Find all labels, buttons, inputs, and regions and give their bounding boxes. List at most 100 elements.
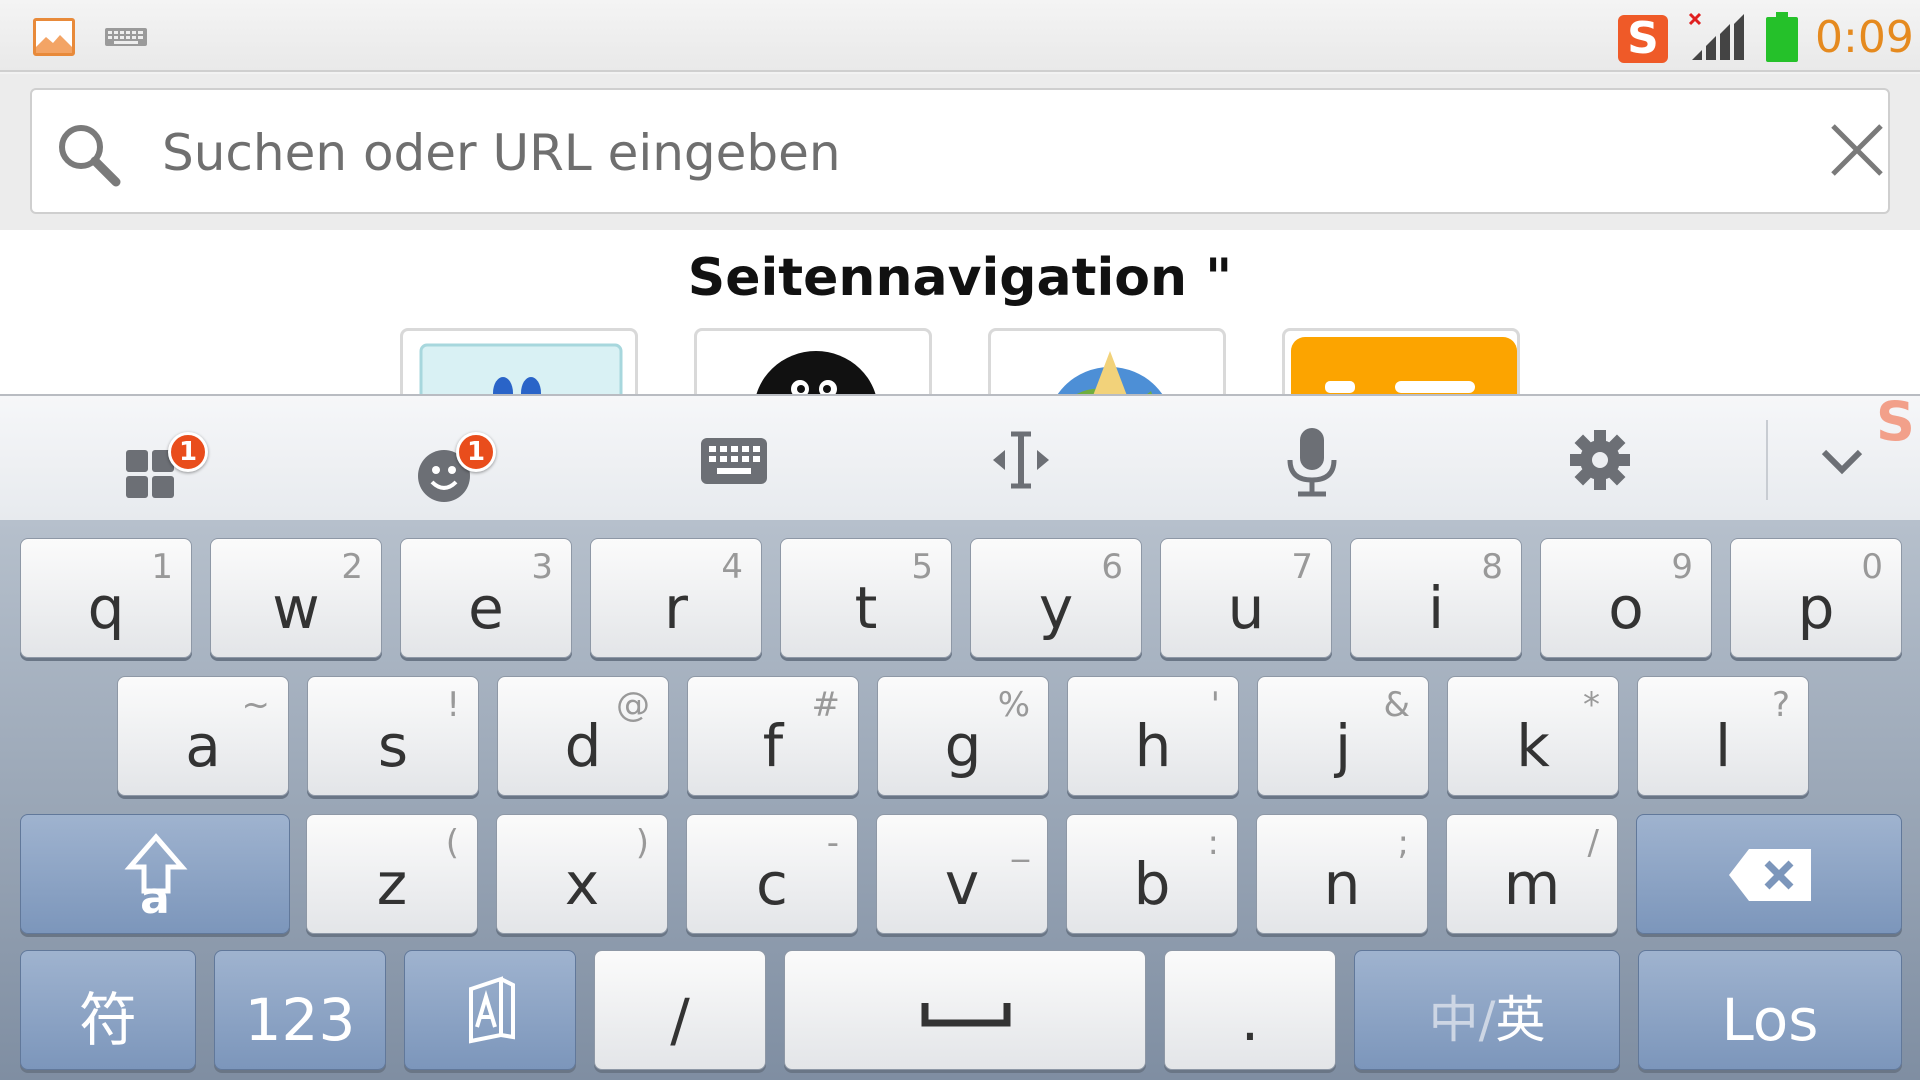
speed-dial-tile-4[interactable] [1282,328,1520,394]
key-c[interactable]: -c [686,814,858,934]
gallery-icon [33,18,75,56]
lang-en-label: 英 [1495,991,1546,1049]
settings-button[interactable] [1550,414,1650,504]
keyboard-switch-button[interactable] [683,414,783,504]
key-label: p [1797,574,1835,642]
key-label: l [1714,712,1732,780]
key-label: q [87,574,125,642]
input-mode-icon [469,976,515,1044]
key-i[interactable]: 8i [1350,538,1522,658]
period-key-label: . [1240,986,1260,1054]
key-h[interactable]: ' h [1067,676,1239,796]
key-label: k [1516,712,1550,780]
clock: 0:09 [1815,12,1914,63]
key-label: f [762,712,784,780]
microphone-icon [1287,428,1337,497]
key-label: i [1427,574,1445,642]
backspace-key[interactable] [1636,814,1902,934]
key-d[interactable]: @ d [497,676,669,796]
key-u[interactable]: 7u [1160,538,1332,658]
key-m[interactable]: / m [1446,814,1618,934]
close-icon[interactable] [1827,120,1887,180]
key-label: m [1503,850,1561,918]
key-r[interactable]: 4r [590,538,762,658]
cursor-button[interactable] [971,414,1071,504]
key-p[interactable]: 0p [1730,538,1902,658]
key-s[interactable]: ! s [307,676,479,796]
key-label: s [377,712,409,780]
url-input[interactable] [162,110,1762,196]
signal-icon [1688,12,1744,60]
key-label: d [564,712,602,780]
symbols-key[interactable]: 符 [20,950,196,1070]
keyboard-icon [105,28,147,46]
key-x[interactable]: ) x [496,814,668,934]
input-mode-key[interactable] [404,950,576,1070]
key-k[interactable]: * k [1447,676,1619,796]
symbols-key-label: 符 [78,986,137,1054]
key-v[interactable]: _ v [876,814,1048,934]
key-f[interactable]: # f [687,676,859,796]
period-key[interactable]: . [1164,950,1336,1070]
cursor-icon [993,431,1049,489]
sogou-icon: S [1618,15,1668,63]
key-label: a [185,712,221,780]
key-g[interactable]: % g [877,676,1049,796]
speed-dial-tile-1[interactable] [400,328,638,394]
page-content: Seitennavigation " [0,230,1920,394]
key-j[interactable]: & j [1257,676,1429,796]
key-label: z [376,850,408,918]
language-toggle-label: 中/英 [1355,985,1619,1055]
language-toggle-key[interactable]: 中/英 [1354,950,1620,1070]
key-z[interactable]: (z [306,814,478,934]
key-l[interactable]: ? l [1637,676,1809,796]
space-key[interactable] [784,950,1146,1070]
keyboard: 1q2w3e4r5t6y7u8i9o0p ~ a! s @ d # f% g ' h & j * k? l … [0,520,1920,1080]
key-label: v [944,850,980,918]
emoji-button[interactable]: 1 [400,414,500,504]
lang-zh-label: 中 [1428,991,1479,1049]
numbers-key[interactable]: 123 [214,950,386,1070]
slash-key-label: / [670,986,690,1054]
key-q[interactable]: 1q [20,538,192,658]
voice-input-button[interactable] [1262,414,1362,504]
key-b[interactable]: :b [1066,814,1238,934]
key-label: t [854,574,878,642]
key-label: n [1323,850,1361,918]
space-icon [921,1003,1011,1027]
key-t[interactable]: 5t [780,538,952,658]
notification-badge: 1 [168,432,208,472]
key-label: e [468,574,504,642]
key-y[interactable]: 6y [970,538,1142,658]
shift-key-label: a [140,873,170,924]
key-label: g [944,712,982,780]
key-label: b [1133,850,1171,918]
url-bar[interactable] [30,88,1890,214]
browser-toolbar [0,74,1920,230]
slash-key[interactable]: / [594,950,766,1070]
key-a[interactable]: ~ a [117,676,289,796]
speed-dial-tile-2[interactable] [694,328,932,394]
key-label: o [1608,574,1644,642]
key-n[interactable]: ; n [1256,814,1428,934]
key-label: w [272,574,320,642]
key-e[interactable]: 3e [400,538,572,658]
toolbar-divider [1766,420,1768,500]
key-label: x [564,850,600,918]
sogou-icon[interactable]: S [1876,390,1920,453]
enter-key-label: Los [1721,986,1819,1054]
status-bar: S 0:09 [0,0,1920,72]
keyboard-toolbar: 1 1 [0,394,1920,520]
key-o[interactable]: 9o [1540,538,1712,658]
apps-button[interactable]: 1 [104,414,208,504]
enter-key[interactable]: Los [1638,950,1902,1070]
key-label: u [1227,574,1265,642]
battery-icon [1766,12,1798,62]
page-title: Seitennavigation " [687,248,1233,308]
speed-dial-tile-3[interactable] [988,328,1226,394]
lang-sep-label: / [1478,991,1496,1049]
key-w[interactable]: 2w [210,538,382,658]
gear-icon [1570,430,1630,490]
keyboard-icon [701,438,767,484]
shift-key[interactable]: a [20,814,290,934]
